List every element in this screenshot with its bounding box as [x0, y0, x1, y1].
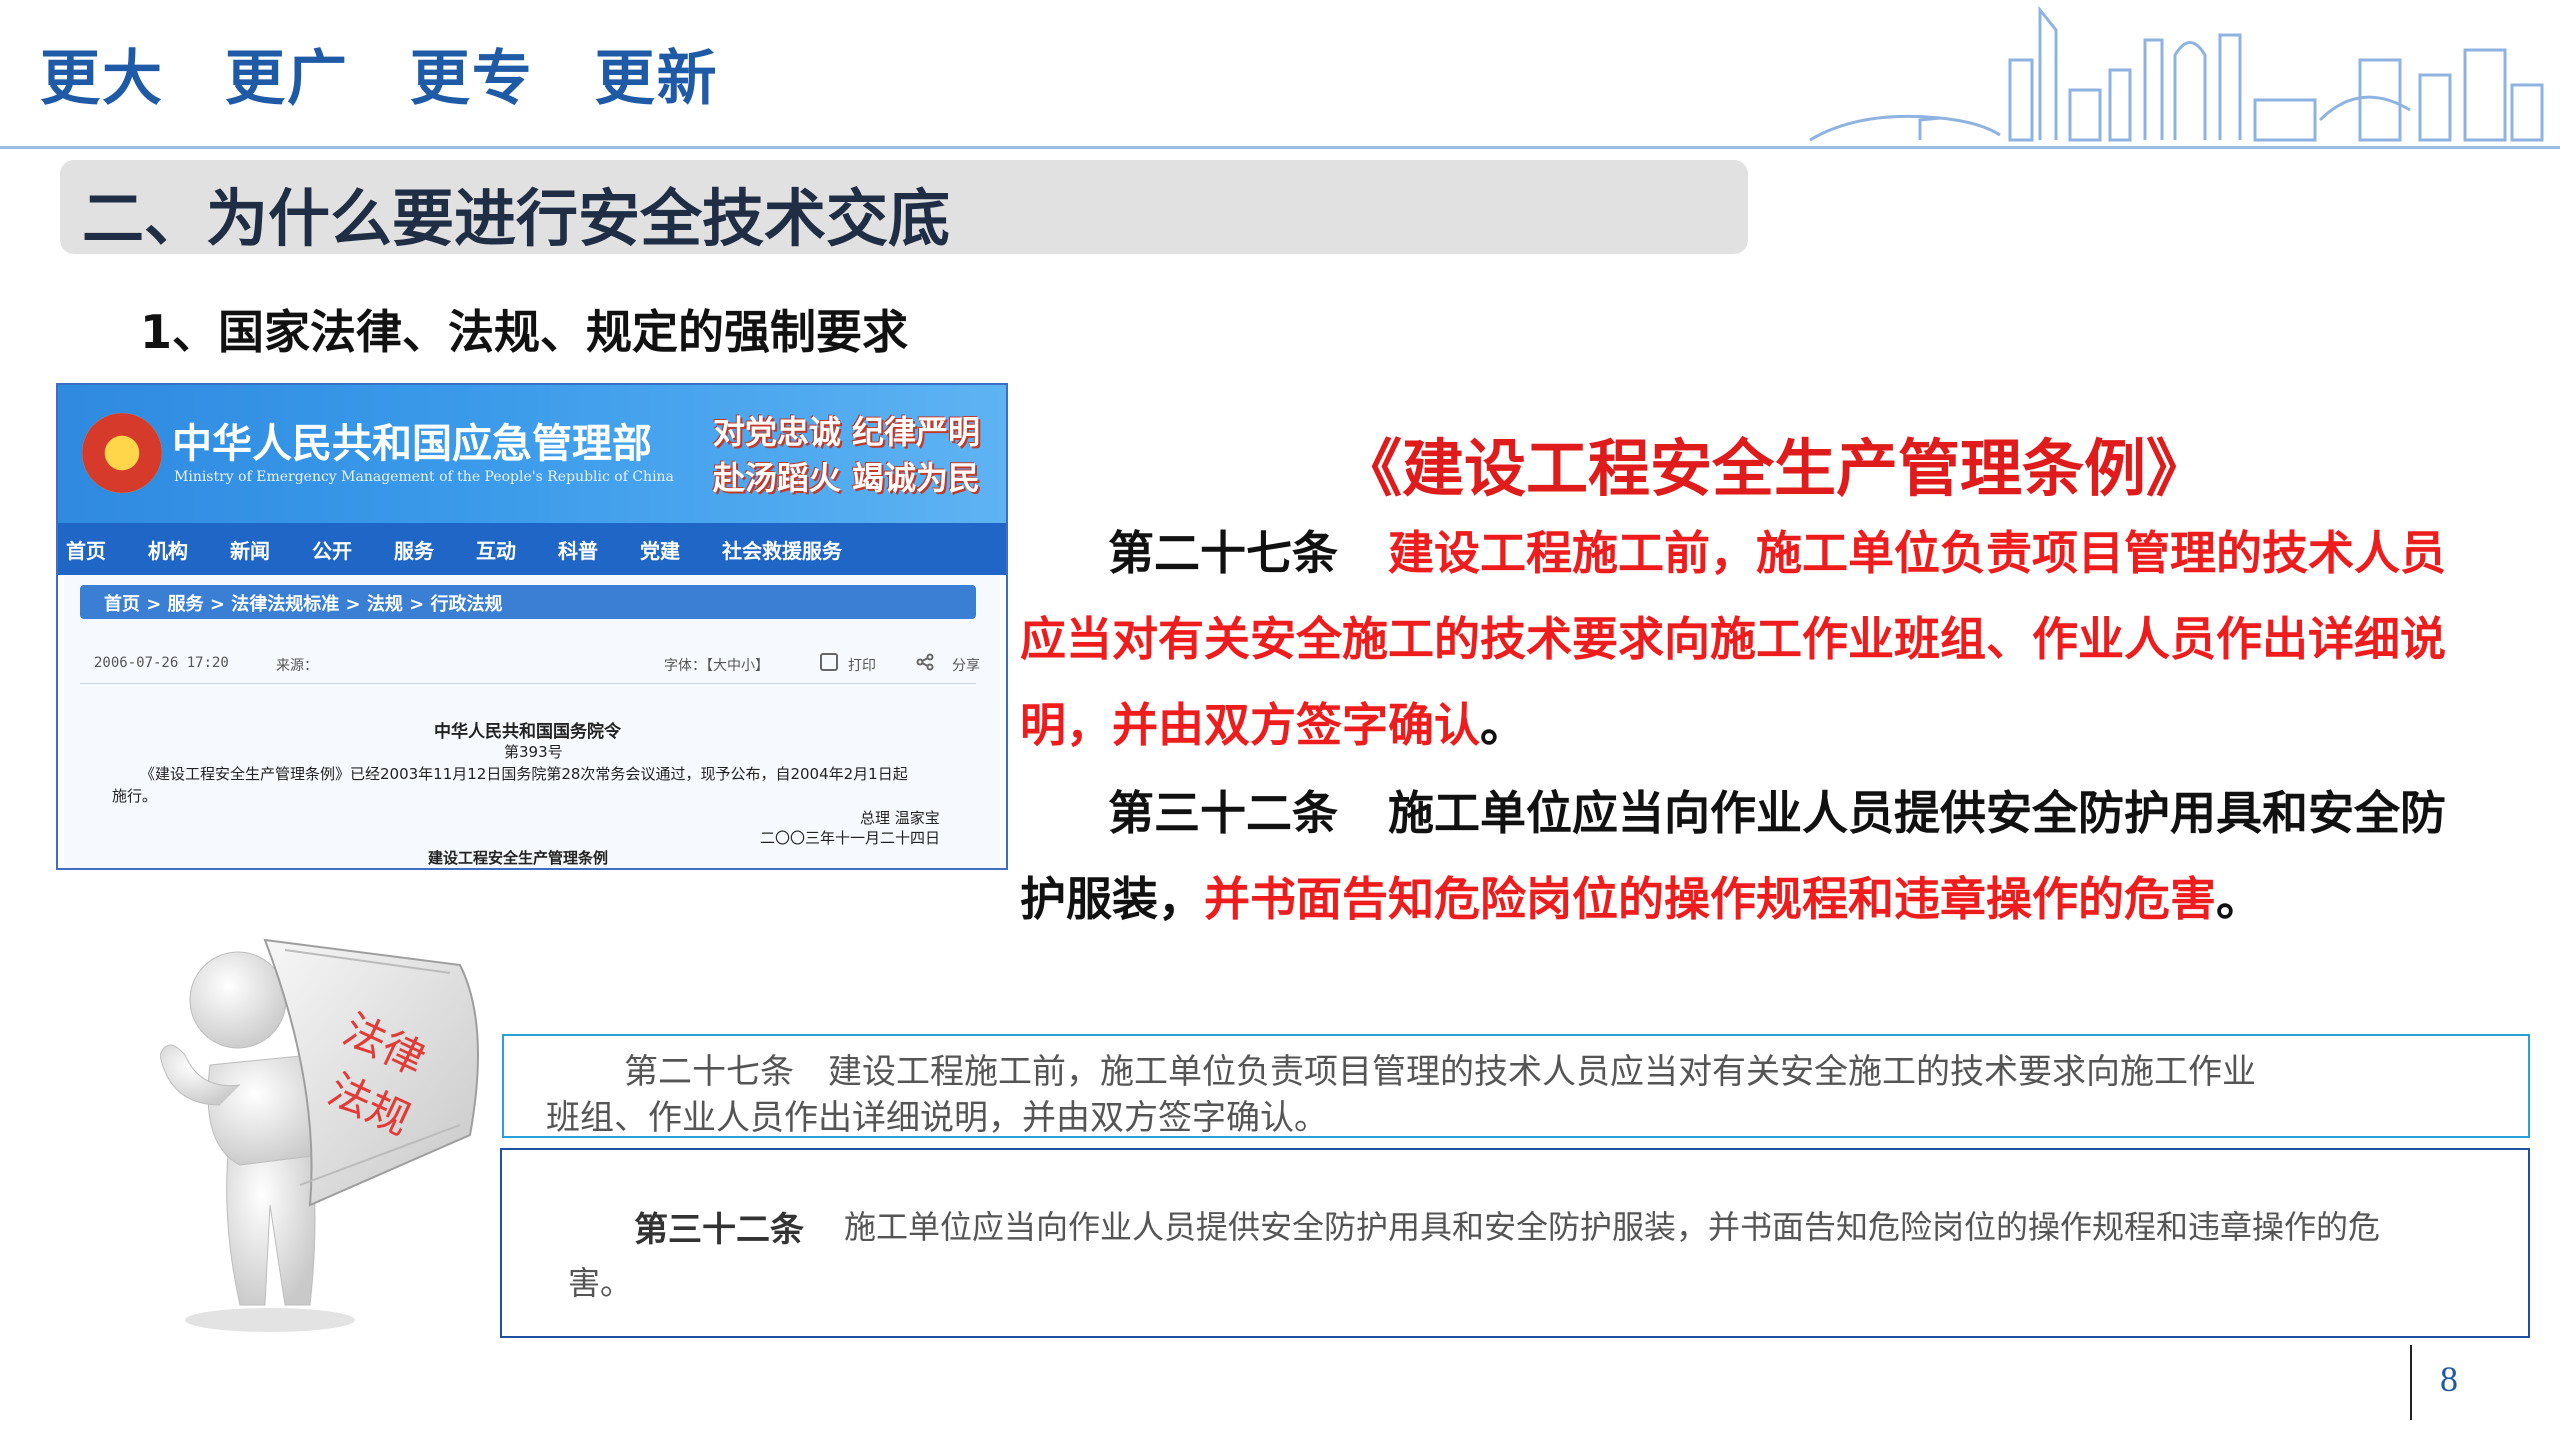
website-source-label: 来源： — [276, 658, 318, 674]
slogan-4: 更新 — [594, 44, 719, 114]
national-emblem-icon — [82, 413, 162, 493]
website-nav-party: 党建 — [640, 538, 680, 563]
article-27-quote-line-2: 班组、作业人员作出详细说明，并由双方签字确认。 — [546, 1098, 1328, 1138]
article-32-quote-line-2: 害。 — [568, 1264, 633, 1302]
website-banner: 中华人民共和国应急管理部 Ministry of Emergency Manag… — [58, 385, 1006, 523]
article-32-quote-label: 第三十二条 — [634, 1210, 804, 1250]
website-cn-title: 中华人民共和国应急管理部 — [172, 421, 652, 467]
website-print-label: 打印 — [848, 658, 876, 674]
website-nav-home: 首页 — [66, 538, 106, 563]
website-en-title: Ministry of Emergency Management of the … — [174, 469, 674, 485]
website-nav-interact: 互动 — [476, 538, 516, 563]
website-nav-bar: 首页 机构 新闻 公开 服务 互动 科普 党建 社会救援服务 — [58, 523, 1006, 575]
website-nav-science: 科普 — [558, 538, 598, 563]
website-nav-public: 公开 — [312, 538, 352, 563]
website-divider — [80, 683, 976, 684]
website-nav-service: 服务 — [394, 538, 434, 563]
doc-org: 中华人民共和国国务院令 — [434, 722, 621, 742]
website-nav-news: 新闻 — [230, 538, 270, 563]
section-title: 二、为什么要进行安全技术交底 — [82, 182, 951, 255]
doc-number: 第393号 — [504, 743, 563, 761]
article-32-label: 第三十二条 — [1108, 786, 1338, 840]
ministry-website-screenshot: 中华人民共和国应急管理部 Ministry of Emergency Manag… — [56, 383, 1008, 870]
slogan-2: 更广 — [224, 44, 349, 114]
slogan-1: 更大 — [40, 44, 164, 114]
doc-line-2: 施行。 — [112, 787, 158, 805]
doc-signature: 总理 温家宝 — [860, 809, 940, 827]
article-27-label: 第二十七条 — [1108, 526, 1338, 580]
slogan-3: 更专 — [409, 44, 534, 114]
website-breadcrumb: 首页 > 服务 > 法律法规标准 > 法规 > 行政法规 — [104, 594, 503, 615]
article-32-highlight: 并书面告知危险岗位的操作规程和违章操作的危害 — [1204, 872, 2216, 926]
header-divider — [0, 146, 2560, 149]
website-nav-rescue: 社会救援服务 — [722, 538, 842, 563]
website-motto-line2: 赴汤蹈火 竭诚为民 — [712, 459, 980, 497]
article-27-paragraph: 第二十七条 建设工程施工前，施工单位负责项目管理的技术人员应当对有关安全施工的技术… — [1020, 510, 2480, 768]
article-27-quote-box: 第二十七条 建设工程施工前，施工单位负责项目管理的技术人员应当对有关安全施工的技… — [502, 1034, 2530, 1138]
page-number-divider — [2410, 1345, 2412, 1420]
city-skyline-graphic — [1809, 5, 2544, 142]
page-number: 8 — [2440, 1359, 2458, 1399]
website-date: 2006-07-26 17:20 — [94, 655, 229, 671]
website-nav-org: 机构 — [148, 538, 188, 563]
figure-holding-law-book: 法律 法规 — [160, 938, 479, 1332]
article-32-quote-line-1: 施工单位应当向作业人员提供安全防护用具和安全防护服装，并书面告知危险岗位的操作规… — [844, 1208, 2381, 1246]
doc-title: 建设工程安全生产管理条例 — [428, 849, 609, 867]
article-32-paragraph: 第三十二条 施工单位应当向作业人员提供安全防护用具和安全防护服装，并书面告知危险岗… — [1020, 770, 2480, 942]
header-slogan: 更大 更广 更专 更新 — [40, 30, 757, 117]
article-32-quote-box: 第三十二条 施工单位应当向作业人员提供安全防护用具和安全防护服装，并书面告知危险… — [500, 1148, 2530, 1338]
website-motto-line1: 对党忠诚 纪律严明 — [712, 413, 980, 451]
article-27-end: 。 — [1480, 698, 1526, 752]
doc-date: 二〇〇三年十一月二十四日 — [760, 829, 941, 847]
article-32-end: 。 — [2216, 872, 2262, 926]
share-icon — [916, 653, 934, 671]
subheading: 1、国家法律、法规、规定的强制要求 — [140, 305, 909, 359]
website-share-label: 分享 — [952, 658, 980, 674]
doc-line-1: 《建设工程安全生产管理条例》已经2003年11月12日国务院第28次常务会议通过… — [140, 765, 908, 783]
website-font-size-label: 字体：【大中小】 — [664, 658, 769, 674]
print-icon — [820, 653, 838, 671]
law-title: 《建设工程安全生产管理条例》 — [1340, 432, 2209, 505]
article-27-quote-line-1: 第二十七条 建设工程施工前，施工单位负责项目管理的技术人员应当对有关安全施工的技… — [624, 1052, 2256, 1092]
